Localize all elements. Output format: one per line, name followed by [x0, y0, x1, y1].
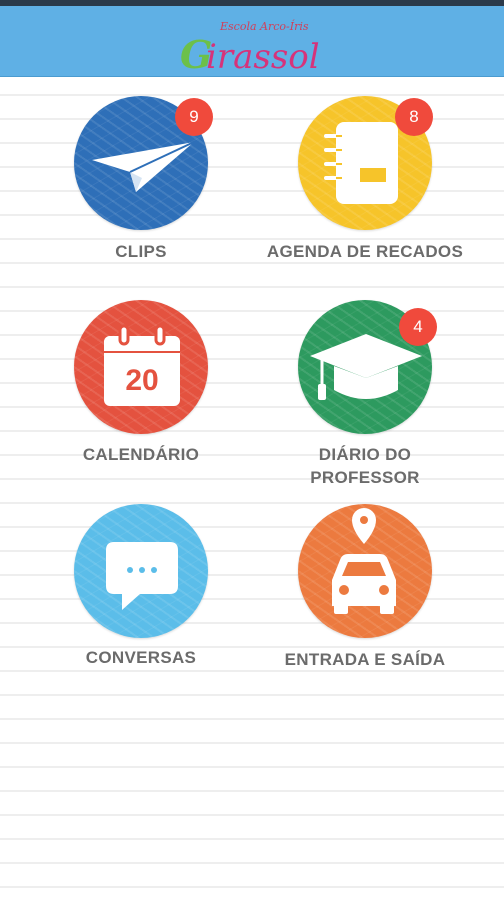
clips-label: CLIPS — [115, 242, 167, 261]
menu-item-conversas[interactable]: CONVERSAS — [41, 504, 241, 684]
menu-item-diario[interactable]: 4 DIÁRIO DO PROFESSOR — [265, 300, 465, 490]
menu-item-clips[interactable]: 9 CLIPS — [41, 96, 241, 276]
calendar-day: 20 — [125, 364, 158, 397]
calendario-circle: 20 — [74, 300, 208, 434]
diario-badge: 4 — [399, 308, 437, 346]
conversas-circle — [74, 504, 208, 638]
entrada-label: ENTRADA E SAÍDA — [284, 650, 446, 669]
app-header: Escola Arco-Íris G irassol — [0, 6, 504, 77]
menu-item-entrada[interactable]: ENTRADA E SAÍDA — [265, 504, 465, 684]
clips-badge: 9 — [175, 98, 213, 136]
svg-text:Escola Arco-Íris: Escola Arco-Íris — [219, 19, 309, 33]
svg-text:irassol: irassol — [206, 37, 320, 76]
conversas-label: CONVERSAS — [85, 648, 197, 667]
chat-bubble-icon — [106, 542, 178, 610]
menu-item-calendario[interactable]: 20 CALENDÁRIO — [41, 300, 241, 480]
menu-item-agenda[interactable]: 8 AGENDA DE RECADOS — [265, 96, 465, 276]
calendar-icon: 20 — [104, 324, 180, 406]
diario-label-line2: PROFESSOR — [310, 468, 420, 487]
calendario-label: CALENDÁRIO — [82, 445, 200, 464]
diario-label-line1: DIÁRIO DO — [318, 445, 412, 464]
app-logo: Escola Arco-Íris G irassol — [176, 10, 336, 77]
entrada-circle — [298, 504, 432, 638]
agenda-label: AGENDA DE RECADOS — [266, 242, 464, 261]
agenda-badge: 8 — [395, 98, 433, 136]
car-location-icon — [332, 508, 396, 614]
